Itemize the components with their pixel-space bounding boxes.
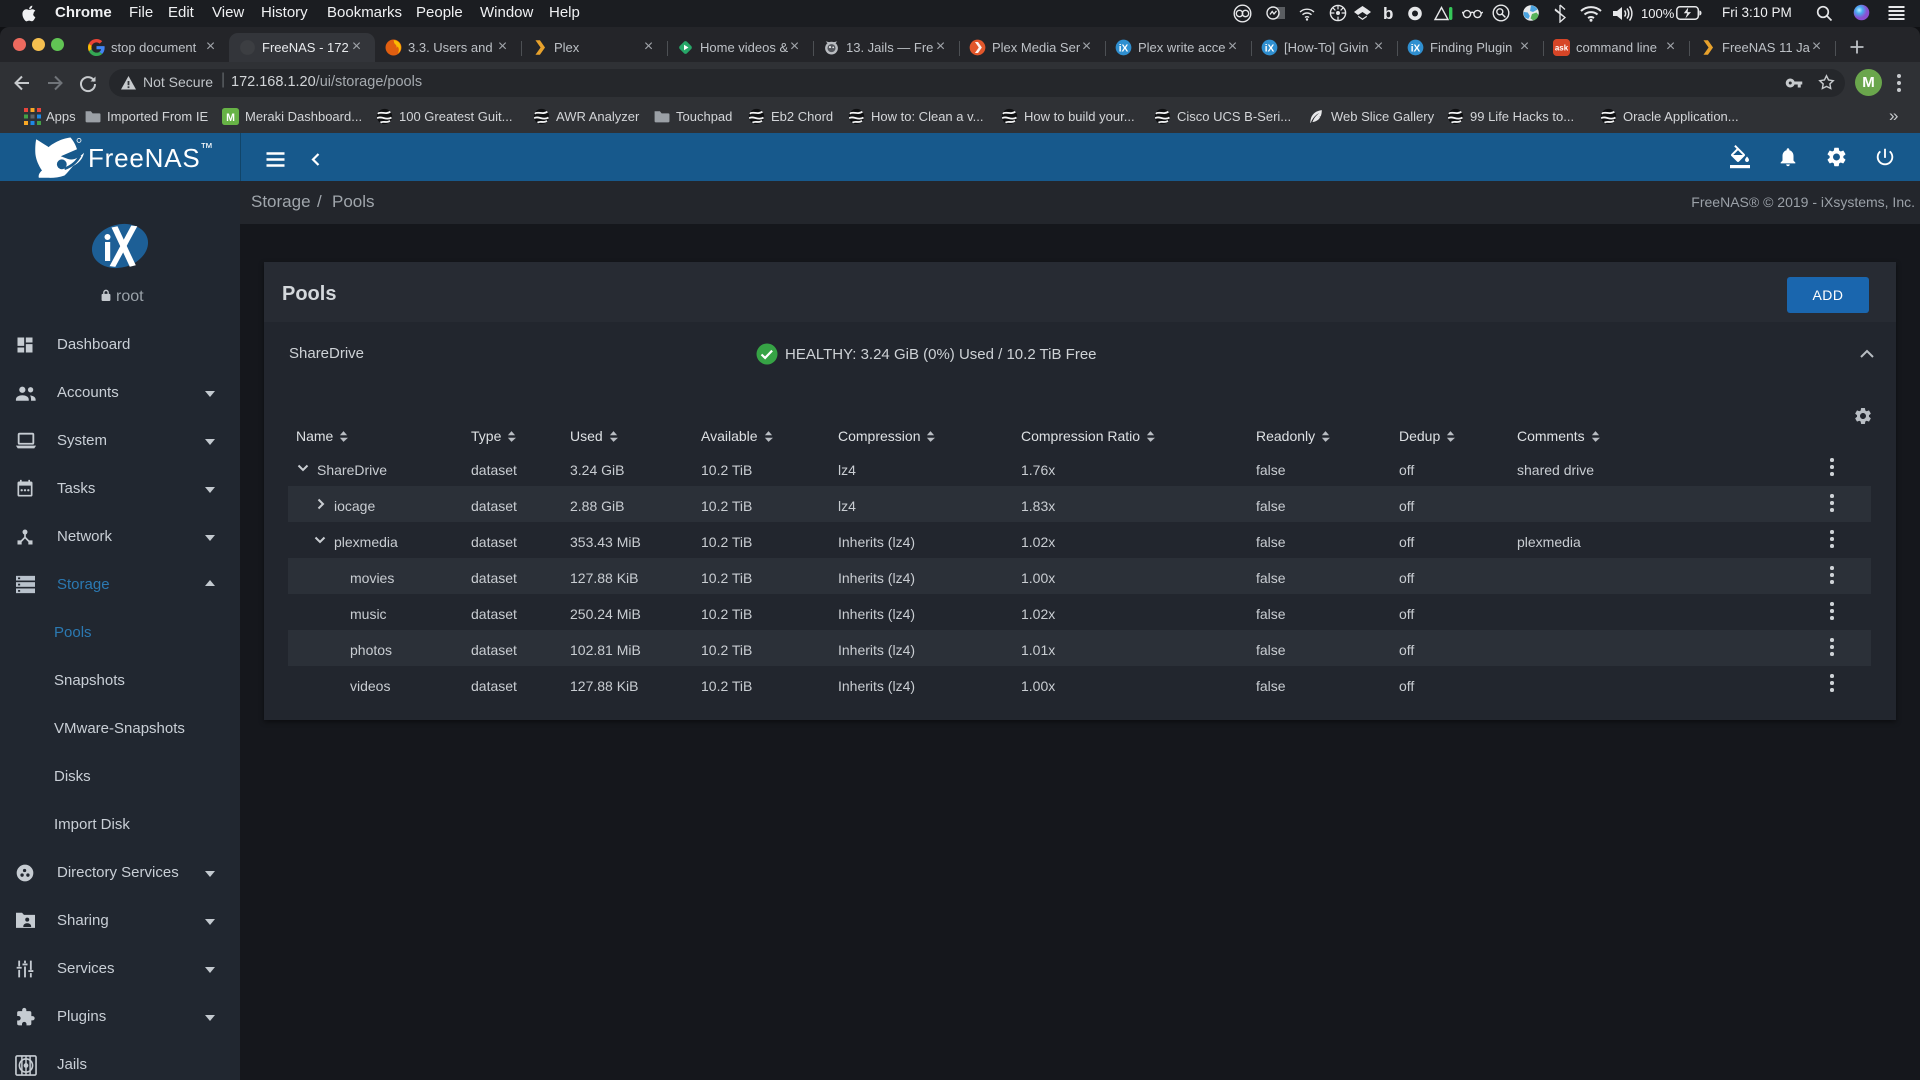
- svg-text:b: b: [1383, 4, 1393, 23]
